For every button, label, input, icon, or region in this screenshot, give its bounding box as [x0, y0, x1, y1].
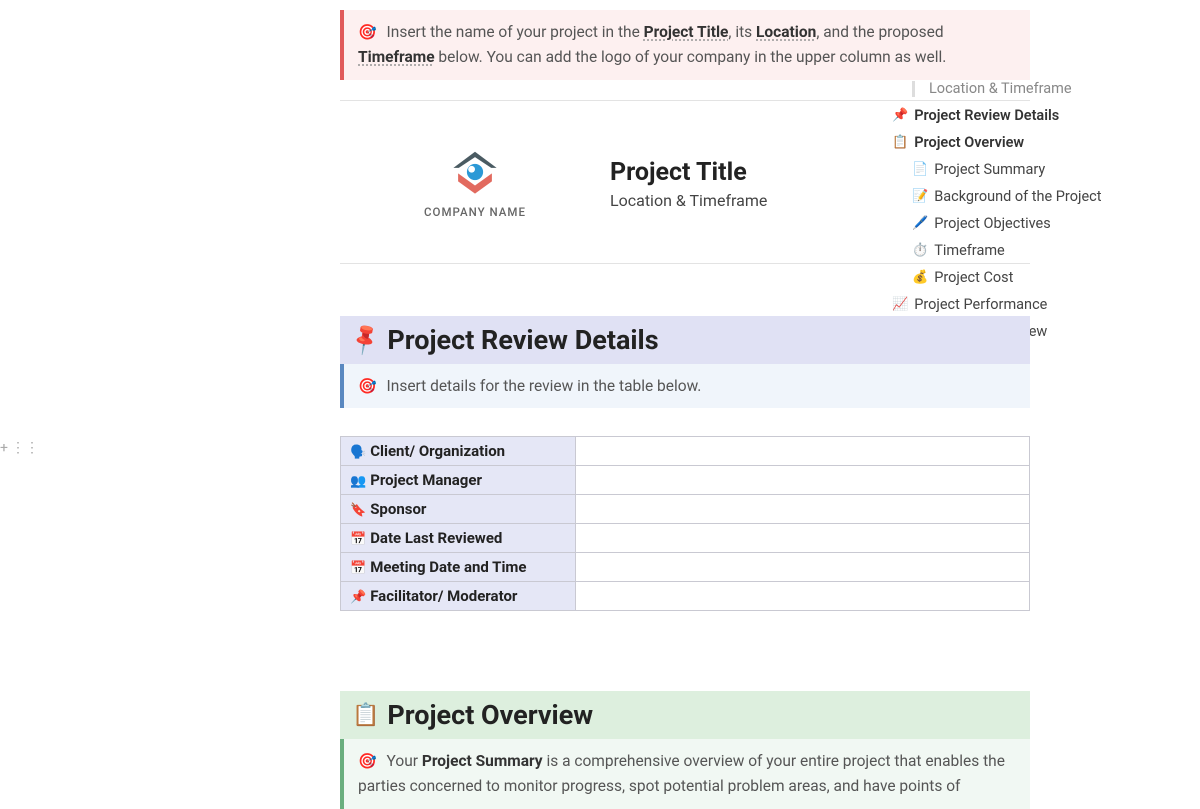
overview-callout: 🎯 Your Project Summary is a comprehensiv… — [340, 739, 1030, 809]
project-title[interactable]: Project Title — [610, 158, 767, 187]
clipboard-icon: 📋 — [352, 703, 379, 728]
section-overview-heading: 📋 Project Overview — [340, 691, 1030, 739]
review-details-table[interactable]: 🗣️Client/ Organization👥Project Manager🔖S… — [340, 436, 1030, 611]
table-row-value[interactable] — [576, 437, 1030, 466]
intro-callout: 🎯 Insert the name of your project in the… — [340, 10, 1030, 80]
row-icon: 👥 — [350, 474, 366, 489]
overview-callout-text: Your Project Summary is a comprehensive … — [358, 752, 1005, 795]
company-logo: COMPANY NAME — [340, 149, 610, 219]
table-row[interactable]: 📌Facilitator/ Moderator — [341, 582, 1030, 611]
table-row-value[interactable] — [576, 553, 1030, 582]
table-row-label: 🗣️Client/ Organization — [341, 437, 576, 466]
drag-handle[interactable]: ⋮⋮ — [11, 440, 39, 456]
table-row[interactable]: 🔖Sponsor — [341, 495, 1030, 524]
table-row[interactable]: 📅Date Last Reviewed — [341, 524, 1030, 553]
row-icon: 📅 — [350, 561, 366, 576]
pin-icon: 📌 — [347, 321, 384, 357]
table-row-value[interactable] — [576, 466, 1030, 495]
table-row-label: 🔖Sponsor — [341, 495, 576, 524]
row-icon: 📅 — [350, 532, 366, 547]
target-icon: 🎯 — [358, 752, 377, 770]
table-row-label: 📅Date Last Reviewed — [341, 524, 576, 553]
divider — [340, 263, 1030, 264]
divider — [340, 100, 1030, 101]
table-row-value[interactable] — [576, 524, 1030, 553]
table-row-label: 📌Facilitator/ Moderator — [341, 582, 576, 611]
add-block-button[interactable]: + — [0, 440, 8, 456]
logo-icon — [441, 149, 509, 199]
target-icon: 🎯 — [358, 377, 377, 395]
project-subtitle[interactable]: Location & Timeframe — [610, 191, 767, 210]
row-icon: 🗣️ — [350, 445, 366, 460]
section-review-title: Project Review Details — [387, 324, 658, 356]
review-callout: 🎯 Insert details for the review in the t… — [340, 364, 1030, 409]
intro-text: Insert the name of your project in the P… — [358, 23, 946, 66]
table-row[interactable]: 📅Meeting Date and Time — [341, 553, 1030, 582]
table-row-label: 👥Project Manager — [341, 466, 576, 495]
title-block: COMPANY NAME Project Title Location & Ti… — [340, 121, 1030, 243]
table-row[interactable]: 👥Project Manager — [341, 466, 1030, 495]
logo-caption: COMPANY NAME — [424, 205, 526, 219]
table-row[interactable]: 🗣️Client/ Organization — [341, 437, 1030, 466]
row-icon: 🔖 — [350, 503, 366, 518]
row-icon: 📌 — [350, 590, 366, 605]
table-row-label: 📅Meeting Date and Time — [341, 553, 576, 582]
table-row-value[interactable] — [576, 495, 1030, 524]
review-callout-text: Insert details for the review in the tab… — [387, 377, 702, 395]
table-row-value[interactable] — [576, 582, 1030, 611]
target-icon: 🎯 — [358, 23, 377, 41]
section-overview-title: Project Overview — [387, 699, 593, 731]
section-review-heading: 📌 Project Review Details — [340, 316, 1030, 364]
